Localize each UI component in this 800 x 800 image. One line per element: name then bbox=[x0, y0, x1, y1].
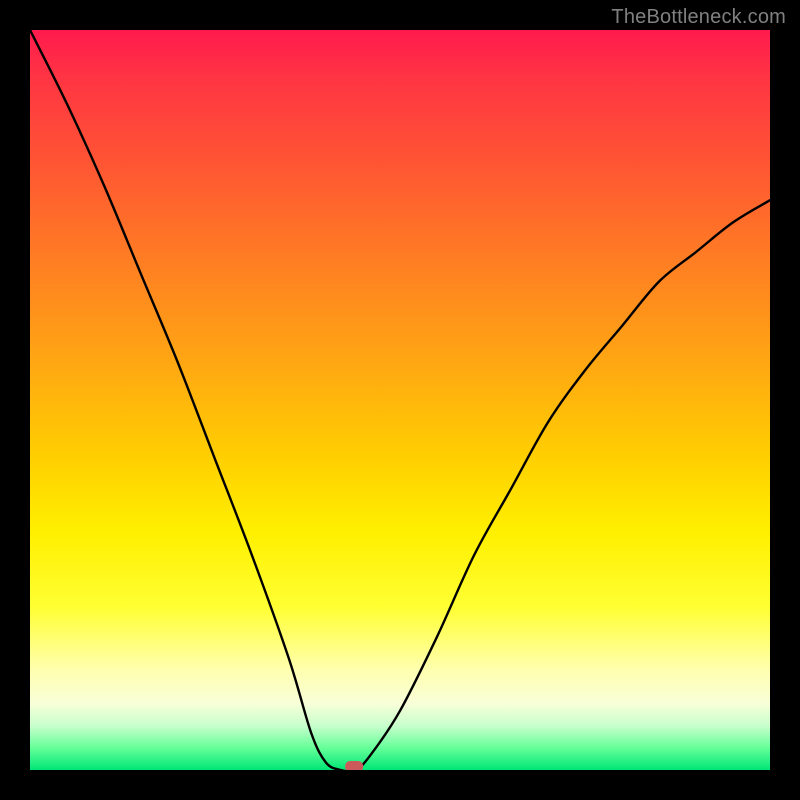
plot-svg bbox=[30, 30, 770, 770]
optimum-marker bbox=[345, 761, 363, 770]
bottleneck-curve bbox=[30, 30, 770, 770]
watermark-text: TheBottleneck.com bbox=[611, 6, 786, 29]
plot-area bbox=[30, 30, 770, 770]
chart-frame: TheBottleneck.com bbox=[0, 0, 800, 800]
